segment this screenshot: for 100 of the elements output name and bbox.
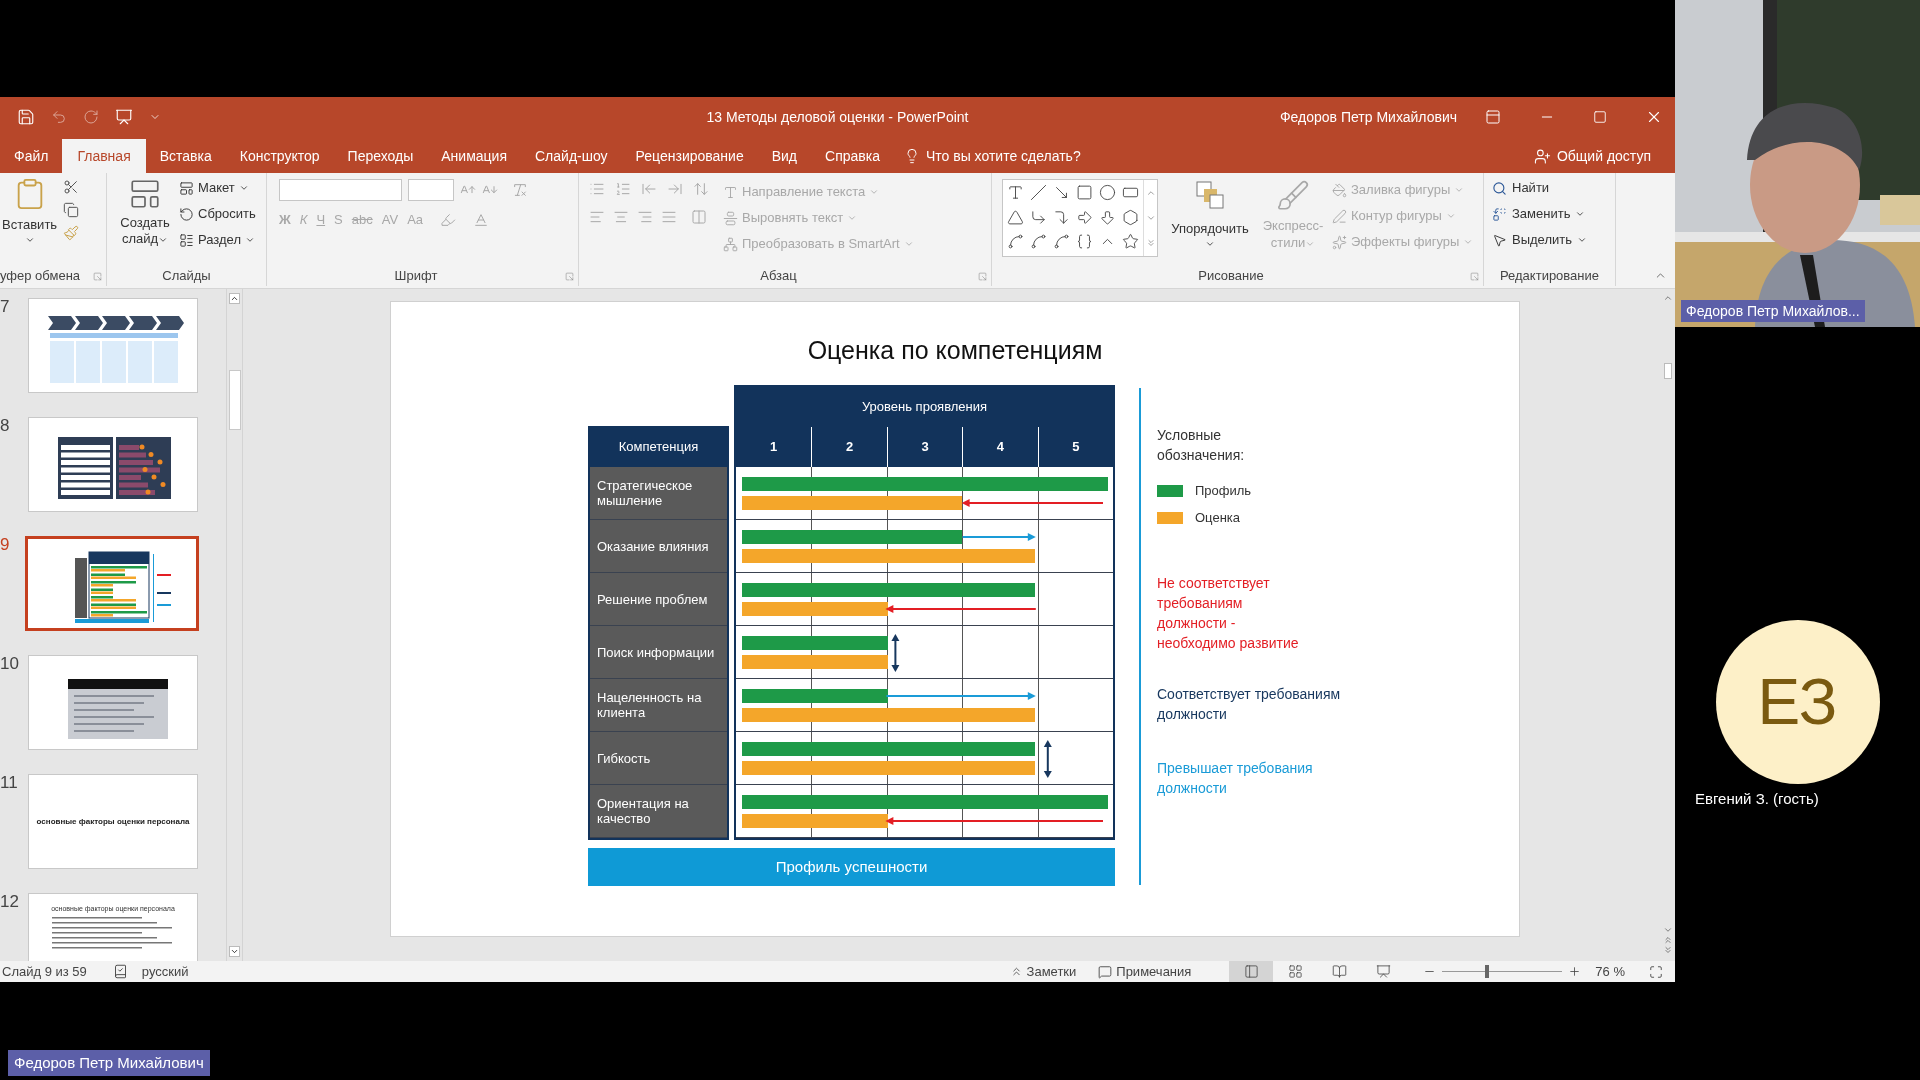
table-cell: Поиск информации (590, 626, 727, 679)
ribbon-tab[interactable]: Вставка (145, 139, 226, 173)
grid-view-icon[interactable] (1287, 964, 1303, 979)
legend-label: Профиль (1195, 482, 1252, 501)
slide-thumbnail[interactable] (25, 536, 199, 631)
ribbon-button[interactable]: Заменить (1492, 203, 1615, 225)
legend-note: Не соответствует требованиям должности - необходимо развитие (1157, 574, 1300, 653)
slideshow-icon[interactable] (1375, 964, 1391, 979)
level-header: 2 (811, 427, 887, 467)
group-label: Абзац (760, 267, 797, 286)
slide-number: 10 (0, 655, 20, 675)
next-slide-icon[interactable] (1663, 945, 1673, 955)
dialog-launcher-icon[interactable] (93, 271, 102, 281)
user-icon[interactable] (1533, 147, 1551, 165)
slide-thumbnail[interactable] (28, 298, 198, 393)
scroll-thumb[interactable] (1664, 363, 1672, 379)
slide-icon[interactable] (128, 177, 162, 211)
table-cell: Оказание влияния (590, 520, 727, 573)
comment-icon[interactable] (1098, 964, 1113, 979)
maximize-icon[interactable] (1593, 110, 1607, 124)
ribbon-tab[interactable]: Переходы (333, 139, 428, 173)
ribbon-tab[interactable]: Конструктор (225, 139, 334, 173)
avatar: ЕЗ (1715, 620, 1880, 784)
tell-me-button[interactable]: Что вы хотите сделать? (893, 139, 1091, 173)
replace-icon[interactable] (1492, 206, 1507, 222)
notes-button[interactable]: Заметки (1009, 961, 1077, 982)
table-header: Уровень проявления (861, 398, 988, 417)
slide-number: 9 (0, 536, 11, 556)
normal-view-icon[interactable] (1243, 964, 1259, 979)
table-cell: Нацеленность на клиента (590, 679, 727, 732)
legend-note: Соответствует требованиям должности (1157, 685, 1342, 724)
ribbon-button[interactable]: Сбросить (179, 203, 256, 225)
ribbon-tab[interactable]: Слайд-шоу (521, 139, 622, 173)
previous-slide-icon[interactable] (1663, 935, 1673, 945)
scroll-thumb[interactable] (228, 370, 241, 430)
group-label: Рисование (1198, 267, 1264, 286)
search-icon[interactable] (1492, 180, 1507, 196)
slide-number: 11 (0, 774, 19, 794)
zoom-thumb[interactable] (1484, 965, 1489, 978)
participant-name: Евгений З. (гость) (1695, 789, 1820, 809)
format-painter-icon[interactable] (63, 225, 80, 241)
comments-button[interactable]: Примечания (1098, 961, 1192, 982)
save-icon[interactable] (17, 108, 35, 126)
table-cell: Решение проблем (590, 573, 727, 626)
caret-icon[interactable] (1575, 209, 1586, 219)
dialog-launcher-icon[interactable] (1470, 271, 1479, 281)
ribbon-button[interactable]: Макет (179, 177, 256, 199)
caret-icon[interactable] (244, 235, 255, 245)
share-button[interactable]: Общий доступ (1533, 139, 1675, 173)
scrollbar[interactable] (226, 289, 243, 961)
copy-icon[interactable] (63, 202, 80, 218)
scroll-up-icon[interactable] (229, 293, 240, 304)
footer-banner: Профиль успешности (588, 848, 1115, 886)
caret-icon[interactable] (238, 183, 249, 193)
ribbon-button[interactable]: Выделить (1492, 229, 1615, 251)
ribbon-tab[interactable]: Рецензирование (621, 139, 758, 173)
ribbon-tab[interactable]: Главная (62, 139, 146, 173)
group-label: Слайды (162, 267, 211, 286)
ribbon-tab[interactable]: Справка (811, 139, 894, 173)
slide-number: 8 (0, 417, 11, 437)
group-label: Шрифт (394, 267, 438, 286)
ribbon-tab[interactable]: Анимация (427, 139, 521, 173)
view-button[interactable] (1229, 961, 1274, 982)
slide-thumbnail[interactable]: основные факторы оценки персонала (28, 774, 198, 869)
slide-thumbnail[interactable] (28, 417, 198, 512)
zoom-percent[interactable]: 76 % (1595, 961, 1625, 982)
cut-icon[interactable] (63, 179, 80, 195)
level-header: 5 (1037, 427, 1113, 467)
legend-label: Оценка (1195, 509, 1241, 528)
user-name: Федоров Петр Михайлович (1279, 107, 1457, 127)
paste-button[interactable]: Вставить (2, 177, 58, 245)
caret-icon[interactable] (1577, 235, 1587, 245)
legend-note: Превышает требования должности (1157, 759, 1314, 798)
ribbon-button[interactable]: Найти (1492, 177, 1615, 199)
reading-view-icon[interactable] (1331, 964, 1347, 979)
ribbon-button[interactable]: Раздел (179, 229, 256, 251)
pointer-icon[interactable] (1492, 232, 1507, 248)
table-header: Компетенция (588, 426, 729, 467)
name-tag: Федоров Петр Михайлович (8, 1050, 210, 1076)
new-slide-button[interactable]: Создать слайд (115, 177, 175, 251)
zoom-in-icon[interactable] (1568, 965, 1582, 978)
ribbon-tab[interactable]: Вид (757, 139, 811, 173)
scroll-down-icon[interactable] (229, 946, 240, 957)
name-tag: Федоров Петр Михайлов... (1681, 300, 1865, 322)
fit-slide-icon[interactable] (1649, 964, 1663, 979)
slideshow-icon[interactable] (115, 108, 133, 126)
dialog-launcher-icon[interactable] (978, 271, 987, 281)
slide-thumbnail[interactable] (28, 655, 198, 750)
section-icon[interactable] (179, 232, 194, 248)
layout-icon[interactable] (179, 180, 194, 196)
dialog-launcher-icon[interactable] (565, 271, 574, 281)
window-title: 13 Методы деловой оценки - PowerPoint (706, 107, 969, 127)
reset-icon[interactable] (179, 206, 194, 222)
level-header: 3 (886, 427, 963, 467)
spellcheck-icon[interactable] (112, 964, 128, 979)
ribbon-display-icon[interactable] (1485, 109, 1501, 125)
ribbon-tab[interactable]: Файл (0, 139, 63, 173)
legend-title: Условные обозначения: (1157, 426, 1246, 465)
slide-counter: Слайд 9 из 59 (1, 962, 87, 981)
language-label[interactable]: русский (141, 961, 189, 982)
